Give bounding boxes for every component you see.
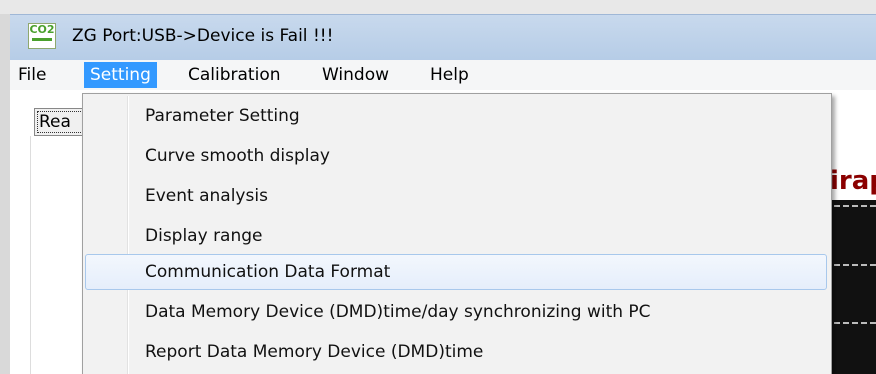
menu-item-communication-data-format[interactable]: Communication Data Format	[85, 254, 827, 290]
desktop-strip	[0, 0, 876, 14]
menu-calibration[interactable]: Calibration	[182, 62, 287, 88]
setting-dropdown-menu: Parameter Setting Curve smooth display E…	[82, 93, 832, 374]
menu-item-curve-smooth-display[interactable]: Curve smooth display	[85, 138, 827, 174]
menu-item-display-range[interactable]: Display range	[85, 218, 827, 254]
menu-item-dmd-time-sync[interactable]: Data Memory Device (DMD)time/day synchro…	[85, 294, 827, 330]
desktop-left-strip	[0, 14, 10, 374]
window-title: ZG Port:USB->Device is Fail !!!	[72, 26, 334, 46]
menu-item-label: Event analysis	[145, 186, 268, 206]
menu-item-parameter-setting[interactable]: Parameter Setting	[85, 98, 827, 134]
menu-item-label: Curve smooth display	[145, 146, 330, 166]
graph-canvas[interactable]	[832, 200, 876, 374]
menu-item-label: Report Data Memory Device (DMD)time	[145, 342, 484, 362]
menu-bar: File Setting Calibration Window Help	[10, 60, 876, 90]
co2-app-icon: CO2	[28, 23, 56, 49]
menu-setting[interactable]: Setting	[84, 62, 157, 88]
menu-help[interactable]: Help	[424, 62, 475, 88]
menu-item-label: Communication Data Format	[145, 262, 391, 282]
graph-gridline	[834, 264, 876, 266]
menu-item-label: Parameter Setting	[145, 106, 300, 126]
menu-window[interactable]: Window	[316, 62, 395, 88]
app-icon-label: CO2	[29, 23, 55, 36]
app-screen: CO2 ZG Port:USB->Device is Fail !!! File…	[0, 0, 876, 374]
menu-item-label: Data Memory Device (DMD)time/day synchro…	[145, 302, 651, 322]
menu-item-label: Display range	[145, 226, 263, 246]
menu-item-report-dmd-time[interactable]: Report Data Memory Device (DMD)time	[85, 334, 827, 370]
app-icon-bar	[32, 38, 52, 41]
graph-title: irap	[830, 166, 876, 196]
menu-file[interactable]: File	[12, 62, 52, 88]
graph-gridline	[834, 205, 876, 207]
graph-gridline	[834, 322, 876, 324]
menu-item-event-analysis[interactable]: Event analysis	[85, 178, 827, 214]
title-bar[interactable]: CO2 ZG Port:USB->Device is Fail !!!	[10, 14, 876, 65]
